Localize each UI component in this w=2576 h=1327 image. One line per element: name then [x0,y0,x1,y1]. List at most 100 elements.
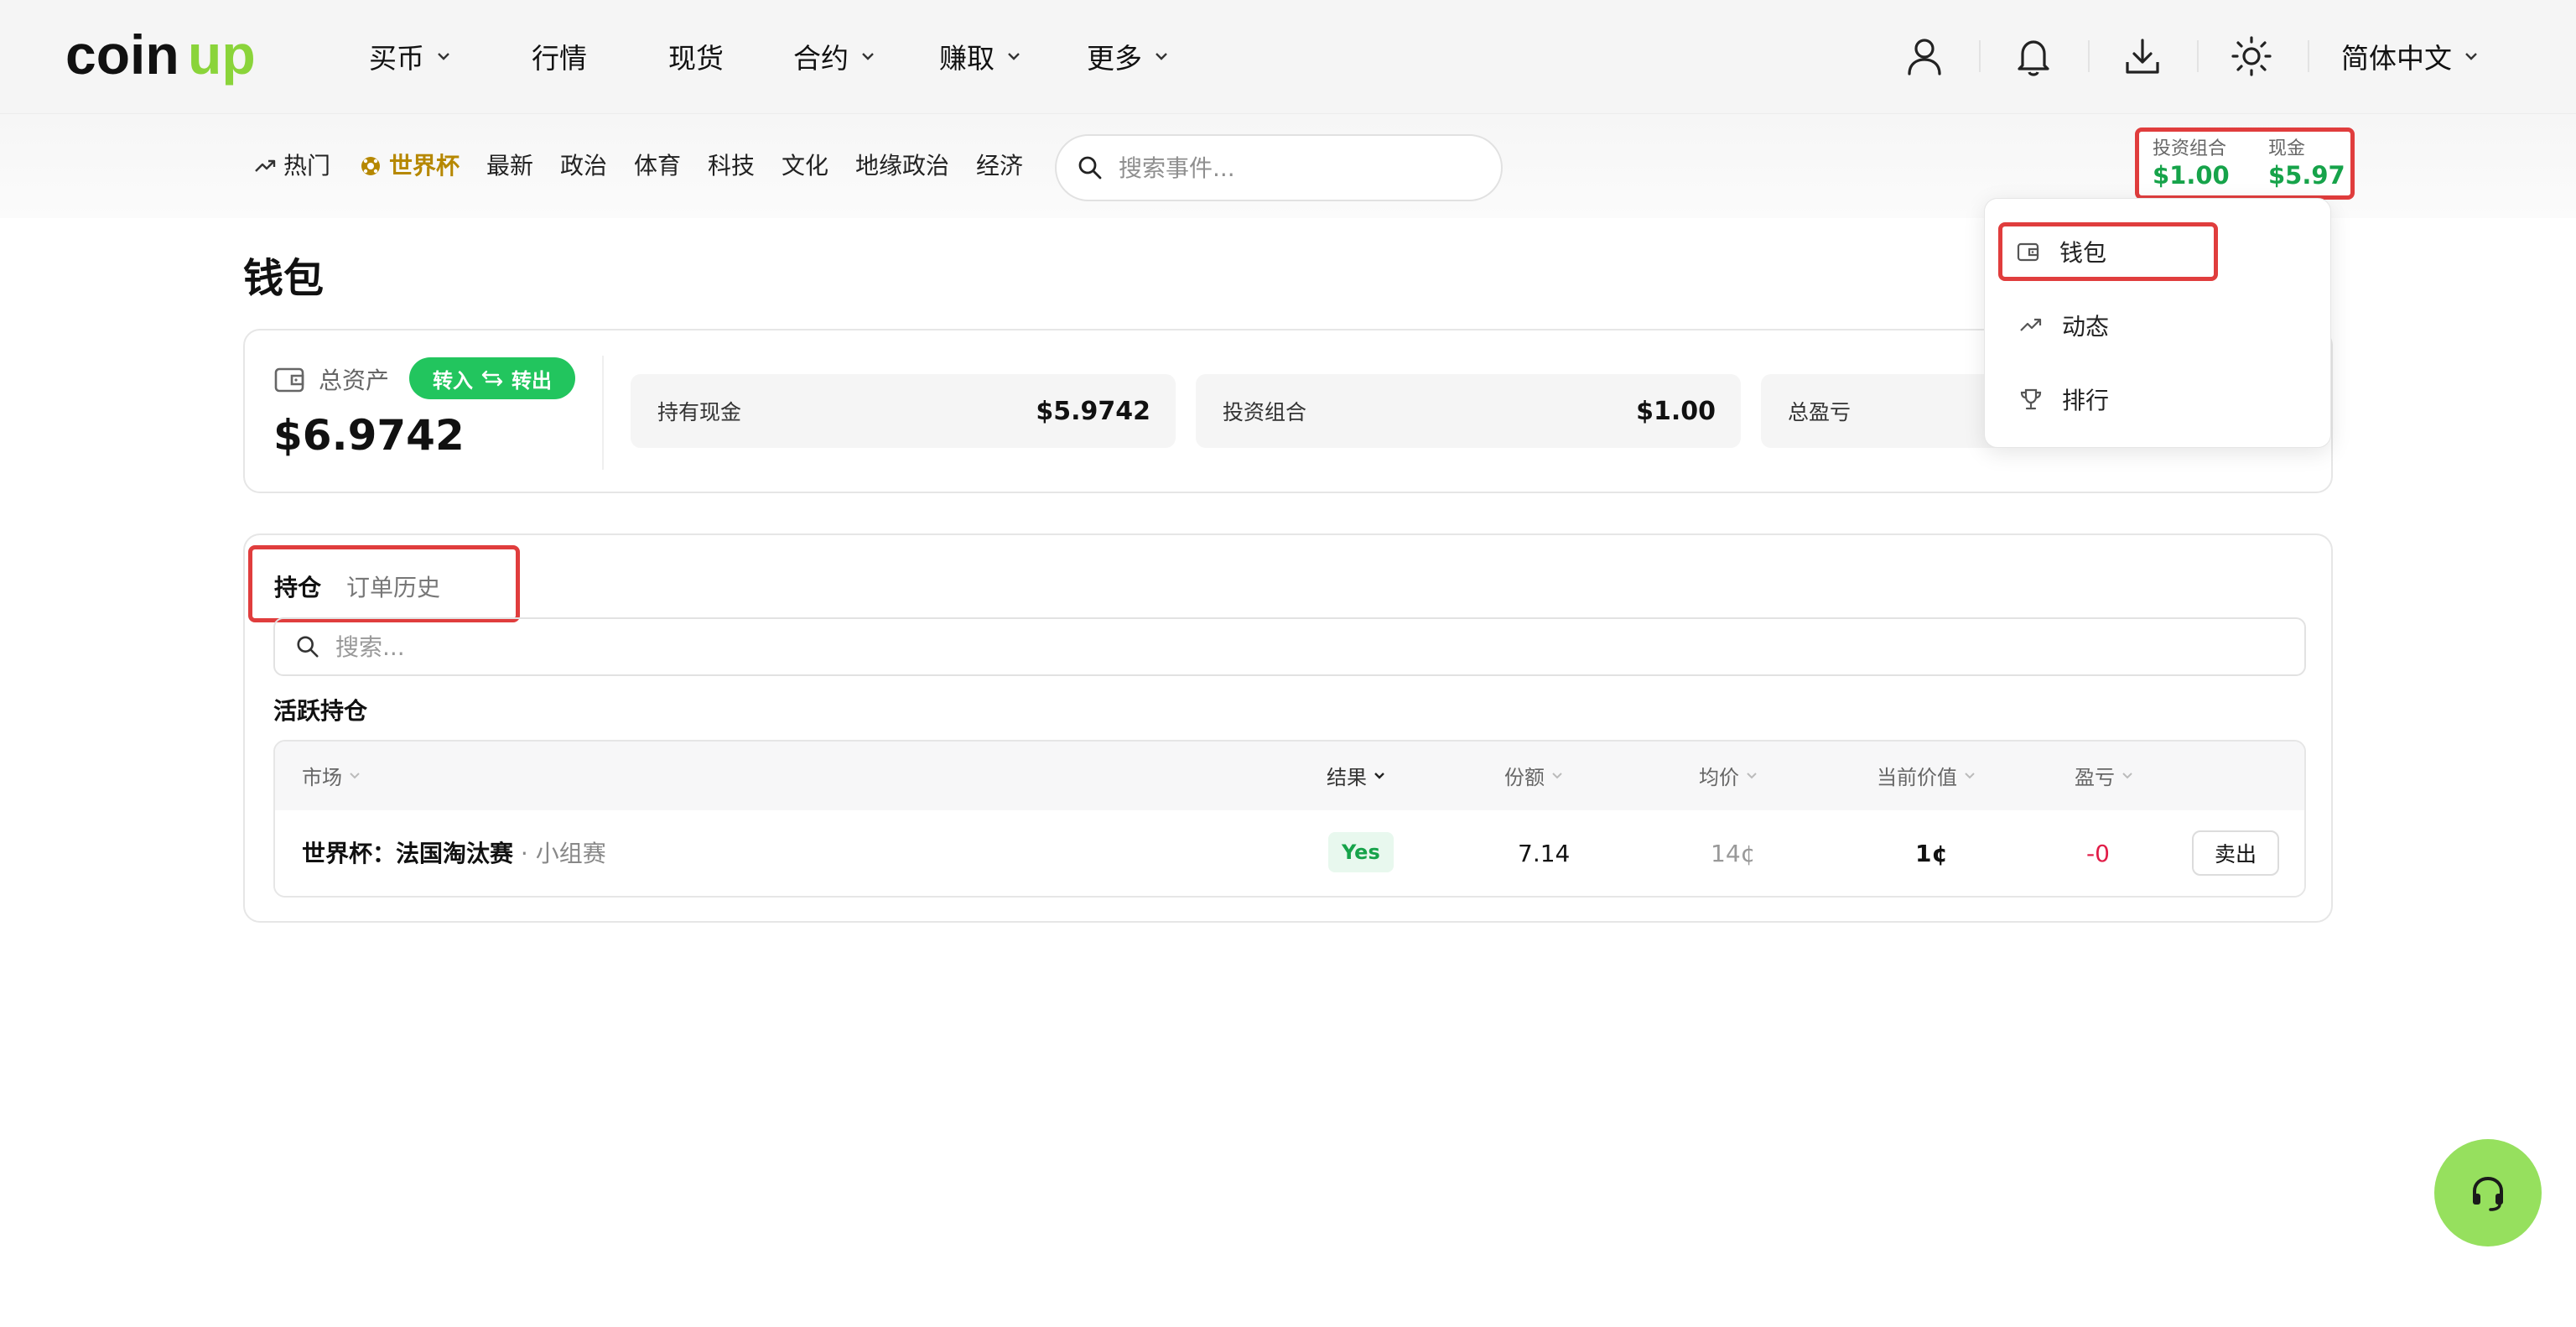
category-economy[interactable]: 经济 [976,149,1023,183]
nav-buy-crypto-label: 买币 [369,42,424,75]
sun-icon[interactable] [2229,34,2274,79]
swap-icon [481,370,503,387]
nav-spot[interactable]: 现货 [668,37,724,75]
category-world-cup[interactable]: 世界杯 [359,149,460,183]
soccer-ball-icon [361,157,380,175]
chevron-down-icon [1965,773,1975,779]
column-shares-label: 份额 [1504,765,1545,789]
category-hot[interactable]: 热门 [253,149,330,183]
category-world-cup-label: 世界杯 [389,152,460,180]
headset-icon [2473,1176,2503,1211]
chevron-down-icon [1008,53,1020,60]
chevron-down-icon [1156,53,1167,60]
column-market[interactable]: 市场 [302,760,362,790]
stat-portfolio-value: $1.00 [1636,396,1716,426]
language-selector[interactable]: 简体中文 [2341,37,2480,75]
avg-price-value: 14¢ [1711,840,1756,867]
svg-text:coin: coin [65,25,179,86]
total-assets-header: 总资产 [273,362,389,396]
menu-item-leaderboard-label: 排行 [2062,387,2110,414]
current-value: 1¢ [1915,840,1948,867]
nav-markets-label: 行情 [532,42,587,75]
chevron-down-icon [862,53,874,60]
divider [2308,40,2309,72]
column-market-label: 市场 [302,765,342,789]
svg-text:up: up [188,25,256,86]
category-politics[interactable]: 政治 [560,149,607,183]
divider [2088,40,2090,72]
nav-futures-label: 合约 [793,42,849,75]
event-search-box[interactable] [1055,134,1503,201]
cash-value: $5.97 [2268,161,2345,190]
table-row[interactable]: 世界杯：法国淘汰赛 · 小组赛 Yes 7.14 14¢ 1¢ -0 卖出 [275,810,2304,896]
chevron-down-icon [1552,773,1562,779]
column-outcome-label: 结果 [1327,765,1367,789]
language-label: 简体中文 [2341,42,2452,75]
page-title: 钱包 [243,255,325,302]
user-icon[interactable] [1902,34,1947,79]
customer-support-button[interactable] [2434,1139,2542,1246]
menu-item-wallet[interactable]: 钱包 [1998,222,2218,281]
transfer-button[interactable]: 转入 转出 [409,357,575,399]
positions-search-box[interactable] [273,617,2306,676]
trending-icon [2020,318,2042,331]
portfolio-value: $1.00 [2153,161,2230,190]
transfer-out-label: 转出 [512,368,552,393]
category-latest[interactable]: 最新 [486,149,533,183]
nav-spot-label: 现货 [668,42,724,75]
nav-earn[interactable]: 赚取 [939,37,1023,75]
nav-more[interactable]: 更多 [1087,37,1171,75]
tabs: 持仓 订单历史 [248,545,520,622]
column-pnl[interactable]: 盈亏 [2075,760,2135,790]
menu-item-wallet-label: 钱包 [2059,239,2107,267]
stat-cash-held: 持有现金 $5.9742 [631,374,1176,448]
category-latest-label: 最新 [486,152,534,180]
balance-summary[interactable]: 投资组合 $1.00 现金 $5.97 [2135,127,2355,200]
category-geopolitics[interactable]: 地缘政治 [855,149,949,183]
category-culture[interactable]: 文化 [782,149,828,183]
cash-label: 现金 [2268,138,2306,159]
category-tech[interactable]: 科技 [708,149,755,183]
coinup-logo[interactable]: coin up [65,25,270,86]
nav-buy-crypto[interactable]: 买币 [369,37,453,75]
column-avg-price-label: 均价 [1699,765,1739,789]
category-tech-label: 科技 [708,152,756,180]
active-positions-title: 活跃持仓 [273,697,368,725]
nav-markets[interactable]: 行情 [532,37,587,75]
nav-futures[interactable]: 合约 [793,37,877,75]
sell-button[interactable]: 卖出 [2192,830,2279,876]
chevron-down-icon [350,773,360,779]
chevron-down-icon [438,53,449,60]
chevron-down-icon [1374,773,1384,779]
market-cell[interactable]: 世界杯：法国淘汰赛 · 小组赛 [302,835,606,872]
nav-more-label: 更多 [1087,42,1142,75]
stat-total-pnl-label: 总盈亏 [1788,400,1852,424]
column-avg-price[interactable]: 均价 [1699,760,1759,790]
market-name: 世界杯：法国淘汰赛 [302,840,514,867]
category-hot-label: 热门 [283,152,331,180]
portfolio-label: 投资组合 [2153,138,2227,159]
event-search-input[interactable] [1119,154,1454,182]
top-navbar: coin up 买币 行情 现货 合约 赚取 更多 简体中文 [0,0,2576,114]
category-politics-label: 政治 [560,152,608,180]
column-shares[interactable]: 份额 [1504,760,1565,790]
category-sports[interactable]: 体育 [634,149,681,183]
trending-icon [255,159,276,172]
tab-order-history[interactable]: 订单历史 [346,570,440,603]
account-dropdown-menu: 钱包 动态 排行 [1984,198,2331,448]
divider [1979,40,1981,72]
table-header: 市场 结果 份额 均价 当前价值 盈亏 [275,742,2304,810]
transfer-in-label: 转入 [433,368,473,393]
column-current-value[interactable]: 当前价值 [1877,760,1977,790]
market-subtitle: · 小组赛 [513,840,606,867]
column-outcome[interactable]: 结果 [1327,760,1387,790]
wallet-icon [274,367,304,393]
search-icon [1078,156,1102,180]
menu-item-activity[interactable]: 动态 [2003,296,2314,355]
menu-item-leaderboard[interactable]: 排行 [2003,370,2314,429]
tab-positions[interactable]: 持仓 [274,570,321,603]
bell-icon[interactable] [2011,34,2056,79]
pnl-value: -0 [2086,840,2110,867]
download-icon[interactable] [2120,34,2165,79]
positions-search-input[interactable] [335,632,2264,661]
